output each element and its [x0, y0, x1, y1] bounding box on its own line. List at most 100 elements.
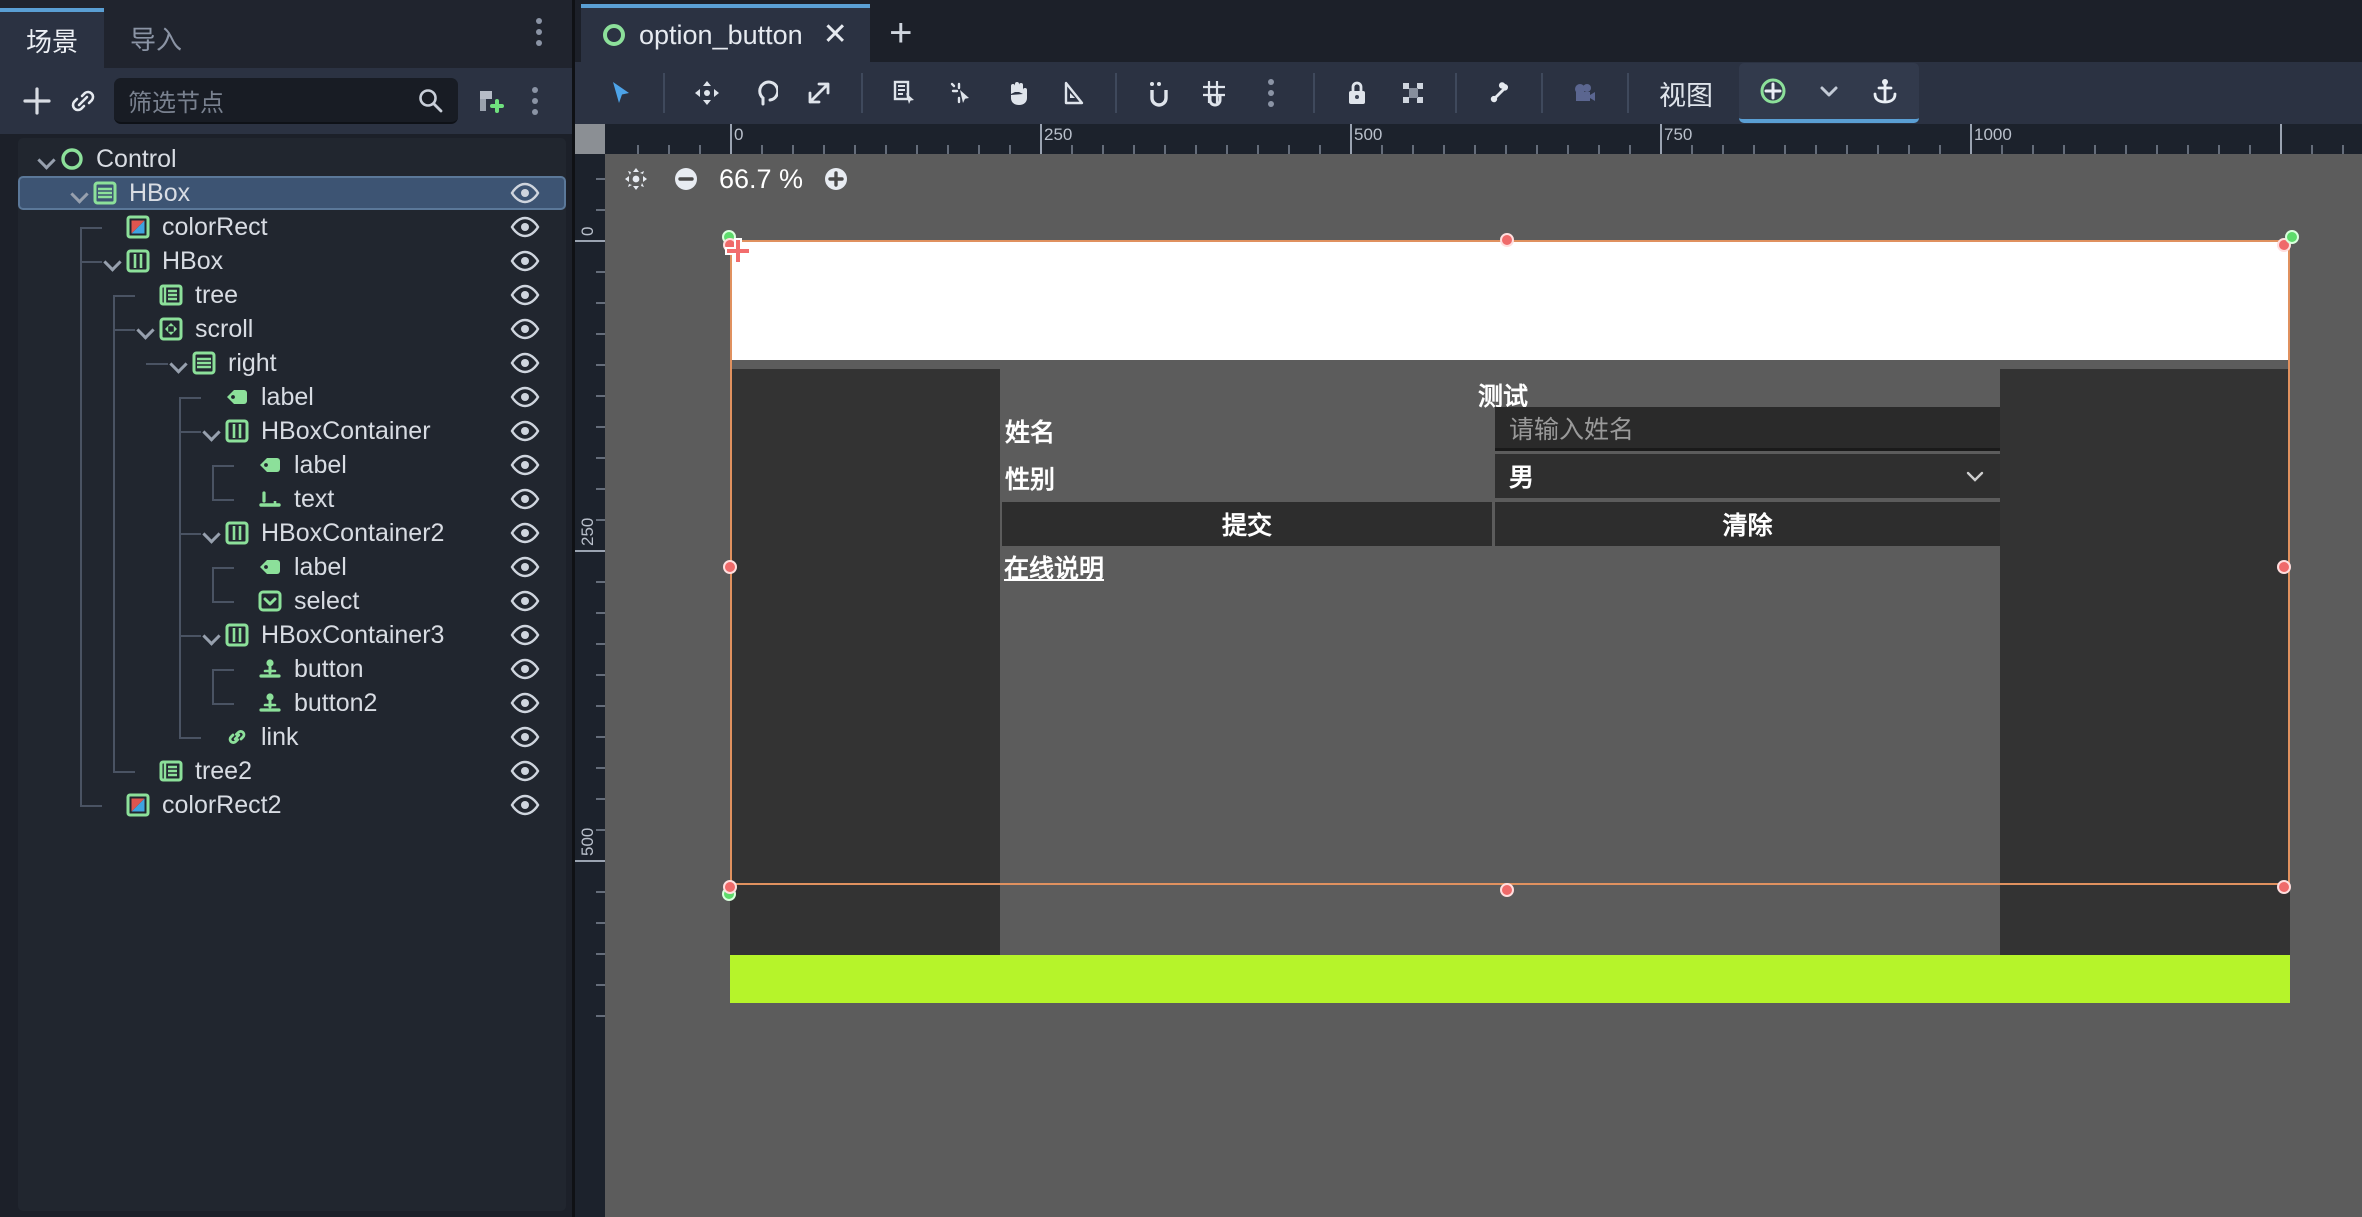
scene-tree-item-scroll[interactable]: scroll [18, 312, 566, 346]
scene-tree-item-button[interactable]: button [18, 652, 566, 686]
visibility-toggle-icon[interactable] [510, 487, 540, 511]
scene-tree-item-hboxcontainer[interactable]: HBoxContainer [18, 414, 566, 448]
close-icon[interactable]: ✕ [823, 20, 848, 50]
visibility-toggle-icon[interactable] [510, 555, 540, 579]
clear-button[interactable]: 清除 [1495, 502, 2000, 546]
visibility-toggle-icon[interactable] [510, 317, 540, 341]
visibility-toggle-icon[interactable] [510, 453, 540, 477]
selection-handle-mid-left[interactable] [723, 560, 737, 574]
dock-menu-icon[interactable] [526, 18, 552, 46]
add-anchor-icon[interactable] [1745, 65, 1801, 117]
grid-snap-icon[interactable] [1187, 67, 1243, 119]
lock-icon[interactable] [1329, 67, 1385, 119]
horizontal-ruler[interactable]: 0 250 500 750 1000 [575, 124, 2362, 154]
scene-tree-item-label[interactable]: label [18, 550, 566, 584]
script-add-icon[interactable] [466, 78, 512, 124]
visibility-toggle-icon[interactable] [510, 419, 540, 443]
group-icon[interactable] [1385, 67, 1441, 119]
scene-tree-item-button2[interactable]: button2 [18, 686, 566, 720]
view-menu-button[interactable]: 视图 [1643, 74, 1729, 113]
expand-arrow-icon[interactable] [69, 182, 91, 204]
visibility-toggle-icon[interactable] [510, 521, 540, 545]
chevron-down-icon[interactable] [1801, 65, 1857, 117]
scale-tool-icon[interactable] [791, 67, 847, 119]
expand-arrow-icon[interactable] [201, 420, 223, 442]
visibility-toggle-icon[interactable] [510, 725, 540, 749]
scene-tree-item-label[interactable]: label [18, 448, 566, 482]
visibility-toggle-icon[interactable] [510, 249, 540, 273]
select-tool-icon[interactable] [593, 67, 649, 119]
visibility-toggle-icon[interactable] [510, 793, 540, 817]
expand-arrow-icon[interactable] [168, 352, 190, 374]
anchor-icon[interactable] [1857, 65, 1913, 117]
2d-viewport[interactable]: 测试 姓名 请输入姓名 性别 男 提交 清除 在线说明 0 250 500 75… [575, 124, 2362, 1217]
online-help-link[interactable]: 在线说明 [1004, 549, 1104, 585]
selection-handle-top-center[interactable] [1500, 233, 1514, 247]
expand-arrow-icon[interactable] [135, 318, 157, 340]
scene-tab-option-button[interactable]: option_button ✕ [581, 4, 870, 62]
plus-icon[interactable] [14, 78, 60, 124]
visibility-toggle-icon[interactable] [510, 759, 540, 783]
name-input[interactable]: 请输入姓名 [1495, 407, 2000, 451]
snap-magnet-icon[interactable] [1131, 67, 1187, 119]
expand-arrow-icon[interactable] [102, 250, 124, 272]
scene-dock: 场景 导入 筛选节点 Control HBox colorRect HBox t… [0, 0, 575, 1217]
scene-tree-item-select[interactable]: select [18, 584, 566, 618]
expand-arrow-icon[interactable] [36, 148, 58, 170]
list-select-tool-icon[interactable] [877, 67, 933, 119]
zoom-fit-icon[interactable] [619, 162, 653, 196]
scene-tree-item-tree2[interactable]: tree2 [18, 754, 566, 788]
skeleton-bone-icon[interactable] [1471, 67, 1527, 119]
scene-tree-item-colorrect[interactable]: colorRect [18, 210, 566, 244]
rotate-tool-icon[interactable] [735, 67, 791, 119]
scene-tree-item-right[interactable]: right [18, 346, 566, 380]
new-scene-tab-button[interactable]: + [870, 4, 932, 62]
selection-handle-mid-right[interactable] [2277, 560, 2291, 574]
ruler-select-icon[interactable] [933, 67, 989, 119]
visibility-toggle-icon[interactable] [510, 657, 540, 681]
scene-tree-item-tree[interactable]: tree [18, 278, 566, 312]
scene-tree-item-hboxcontainer3[interactable]: HBoxContainer3 [18, 618, 566, 652]
visibility-toggle-icon[interactable] [510, 691, 540, 715]
zoom-in-icon[interactable] [819, 162, 853, 196]
submit-button[interactable]: 提交 [1002, 502, 1492, 546]
scene-tree-item-label: right [228, 348, 277, 377]
visibility-toggle-icon[interactable] [510, 385, 540, 409]
expand-arrow-icon[interactable] [201, 522, 223, 544]
vertical-ruler[interactable]: 0 250 500 [575, 124, 605, 1217]
visibility-toggle-icon[interactable] [510, 589, 540, 613]
link-icon[interactable] [60, 78, 106, 124]
selection-handle-bottom-center[interactable] [1500, 883, 1514, 897]
scene-tree-item-hboxcontainer2[interactable]: HBoxContainer2 [18, 516, 566, 550]
filter-nodes-input[interactable]: 筛选节点 [114, 78, 458, 124]
visibility-toggle-icon[interactable] [510, 181, 540, 205]
selection-handle-top-right-pivot[interactable] [2285, 230, 2299, 244]
visibility-toggle-icon[interactable] [510, 623, 540, 647]
selection-handle-bottom-right[interactable] [2277, 880, 2291, 894]
scene-tree-item-hbox[interactable]: HBox [18, 176, 566, 210]
scene-tree[interactable]: Control HBox colorRect HBox tree scroll right l… [18, 138, 566, 1211]
scene-tree-item-colorrect2[interactable]: colorRect2 [18, 788, 566, 822]
snap-options-dots-icon[interactable] [1243, 67, 1299, 119]
dock-tab-import[interactable]: 导入 [104, 8, 208, 68]
scene-tree-item-label: label [294, 450, 347, 479]
pan-tool-icon[interactable] [989, 67, 1045, 119]
selection-handle-bottom-left[interactable] [723, 880, 737, 894]
zoom-out-icon[interactable] [669, 162, 703, 196]
scene-tree-item-link[interactable]: link [18, 720, 566, 754]
scene-tree-item-hbox[interactable]: HBox [18, 244, 566, 278]
scene-tree-item-control[interactable]: Control [18, 142, 566, 176]
ruler-corner[interactable] [575, 124, 605, 154]
scene-tree-item-text[interactable]: text [18, 482, 566, 516]
move-tool-icon[interactable] [679, 67, 735, 119]
visibility-toggle-icon[interactable] [510, 283, 540, 307]
gender-select[interactable]: 男 [1495, 454, 2000, 498]
scene-tree-item-label[interactable]: label [18, 380, 566, 414]
scene-dock-more-icon[interactable] [512, 78, 558, 124]
camera-preview-icon[interactable] [1557, 67, 1613, 119]
expand-arrow-icon[interactable] [201, 624, 223, 646]
dock-tab-scene[interactable]: 场景 [0, 8, 105, 68]
visibility-toggle-icon[interactable] [510, 351, 540, 375]
ruler-tool-icon[interactable] [1045, 67, 1101, 119]
visibility-toggle-icon[interactable] [510, 215, 540, 239]
